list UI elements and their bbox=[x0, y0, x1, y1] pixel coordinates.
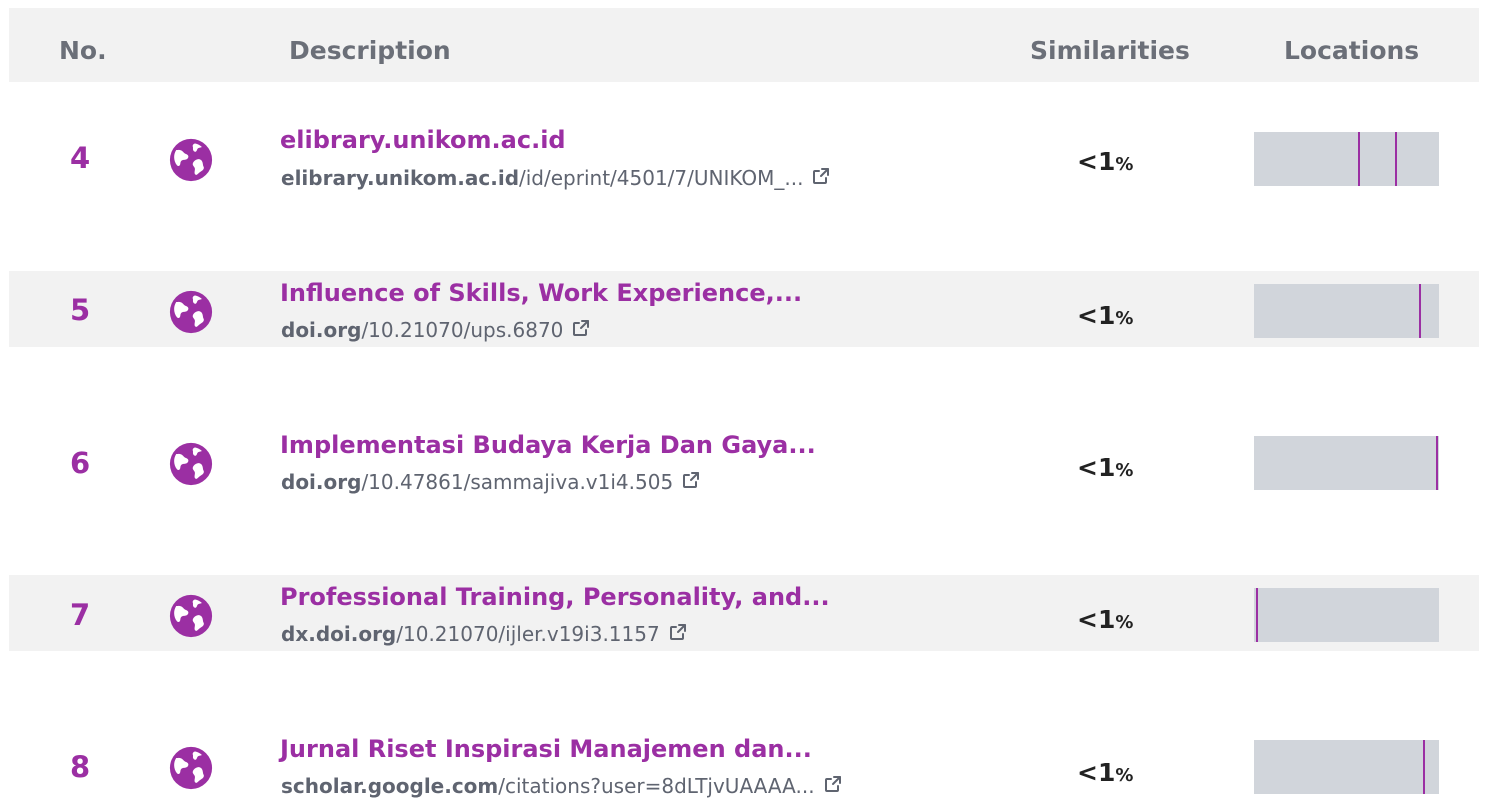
location-bar[interactable] bbox=[1254, 284, 1439, 338]
header-no: No. bbox=[59, 36, 107, 65]
url-path: /citations?user=8dLTjvUAAAA... bbox=[498, 773, 815, 798]
location-marker[interactable] bbox=[1256, 588, 1258, 642]
location-marker[interactable] bbox=[1436, 436, 1438, 490]
similarity-unit: % bbox=[1115, 765, 1134, 786]
row-number: 5 bbox=[70, 293, 91, 327]
similarity-value: <1% bbox=[1077, 760, 1133, 785]
external-link-icon[interactable] bbox=[660, 622, 688, 645]
similarity-unit: % bbox=[1115, 612, 1134, 633]
row-number: 7 bbox=[70, 598, 91, 632]
location-marker[interactable] bbox=[1358, 132, 1360, 186]
globe-icon bbox=[168, 593, 214, 639]
source-title-link[interactable]: elibrary.unikom.ac.id bbox=[280, 128, 566, 152]
similarity-value: <1% bbox=[1077, 303, 1133, 328]
row-number: 6 bbox=[70, 446, 91, 480]
globe-icon bbox=[168, 745, 214, 791]
similarity-unit: % bbox=[1115, 154, 1134, 175]
url-domain: doi.org bbox=[281, 469, 362, 494]
url-path: /10.21070/ijler.v19i3.1157 bbox=[396, 621, 660, 646]
location-marker[interactable] bbox=[1395, 132, 1397, 186]
globe-icon bbox=[168, 441, 214, 487]
url-path: /id/eprint/4501/7/UNIKOM_... bbox=[519, 165, 804, 190]
row-number: 4 bbox=[70, 141, 91, 175]
row-number: 8 bbox=[70, 750, 91, 784]
external-link-icon[interactable] bbox=[563, 318, 591, 341]
url-domain: doi.org bbox=[281, 317, 362, 342]
external-link-icon[interactable] bbox=[815, 774, 843, 797]
similarity-number: <1 bbox=[1077, 301, 1116, 330]
source-url-link[interactable]: scholar.google.com/citations?user=8dLTjv… bbox=[281, 774, 843, 797]
source-url-link[interactable]: elibrary.unikom.ac.id/id/eprint/4501/7/U… bbox=[281, 166, 831, 189]
source-title-link[interactable]: Implementasi Budaya Kerja Dan Gaya... bbox=[280, 433, 816, 457]
external-link-icon[interactable] bbox=[673, 470, 701, 493]
location-bar[interactable] bbox=[1254, 740, 1439, 794]
location-bar[interactable] bbox=[1254, 436, 1439, 490]
header-locations: Locations bbox=[1284, 36, 1420, 65]
similarity-number: <1 bbox=[1077, 453, 1116, 482]
similarity-value: <1% bbox=[1077, 607, 1133, 632]
source-url-link[interactable]: doi.org/10.21070/ups.6870 bbox=[281, 318, 591, 341]
location-marker[interactable] bbox=[1423, 740, 1425, 794]
source-url-link[interactable]: dx.doi.org/10.21070/ijler.v19i3.1157 bbox=[281, 622, 688, 645]
header-similarities: Similarities bbox=[1030, 36, 1190, 65]
url-path: /10.47861/sammajiva.v1i4.505 bbox=[361, 469, 674, 494]
similarity-unit: % bbox=[1115, 308, 1134, 329]
location-bar[interactable] bbox=[1254, 588, 1439, 642]
location-bar[interactable] bbox=[1254, 132, 1439, 186]
source-title-link[interactable]: Influence of Skills, Work Experience,... bbox=[280, 281, 802, 305]
source-title-link[interactable]: Professional Training, Personality, and.… bbox=[280, 585, 830, 609]
similarity-number: <1 bbox=[1077, 605, 1116, 634]
similarity-unit: % bbox=[1115, 460, 1134, 481]
globe-icon bbox=[168, 137, 214, 183]
similarity-value: <1% bbox=[1077, 455, 1133, 480]
table-header: No. Description Similarities Locations bbox=[9, 8, 1479, 82]
source-url-link[interactable]: doi.org/10.47861/sammajiva.v1i4.505 bbox=[281, 470, 701, 493]
globe-icon bbox=[168, 289, 214, 335]
similarity-value: <1% bbox=[1077, 149, 1133, 174]
similarity-number: <1 bbox=[1077, 758, 1116, 787]
external-link-icon[interactable] bbox=[803, 166, 831, 189]
url-domain: scholar.google.com bbox=[281, 773, 499, 798]
source-title-link[interactable]: Jurnal Riset Inspirasi Manajemen dan... bbox=[280, 737, 812, 761]
url-domain: elibrary.unikom.ac.id bbox=[281, 165, 520, 190]
url-domain: dx.doi.org bbox=[281, 621, 397, 646]
header-description: Description bbox=[289, 36, 451, 65]
location-marker[interactable] bbox=[1419, 284, 1421, 338]
url-path: /10.21070/ups.6870 bbox=[361, 317, 564, 342]
similarity-number: <1 bbox=[1077, 147, 1116, 176]
